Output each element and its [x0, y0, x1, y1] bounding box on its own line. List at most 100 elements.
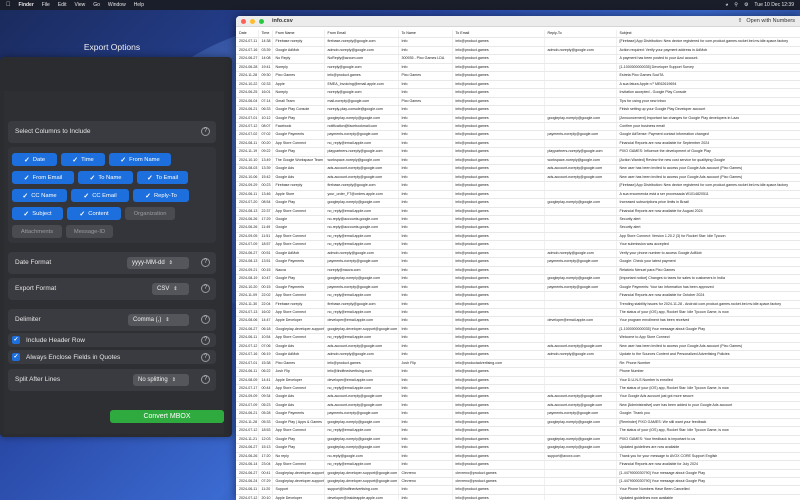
table-row[interactable]: 2024-06-11 13:46 Apple Store your_order_FT@… — [236, 190, 800, 200]
column-toggle-organization[interactable]: Organization — [125, 207, 175, 220]
table-row[interactable]: 2024-10-22 02:33 Apple EMEA_Invoicing@email… — [236, 80, 800, 90]
menu-go[interactable]: Go — [93, 2, 100, 8]
table-row[interactable]: 2024-06-27 15:13 Google Play googleplay-nor… — [236, 443, 800, 453]
wifi-icon[interactable]: ◕ — [725, 2, 728, 8]
table-row[interactable]: 2024-11-28 09:30 Pixo Games info@product.ga… — [236, 71, 800, 81]
table-row[interactable]: 2024-08-06 14:47 Apple Developer developer@… — [236, 316, 800, 326]
table-row[interactable]: 2024-09-09 09:34 Google Ads ads-account-nor… — [236, 392, 800, 402]
table-row[interactable]: 2024-07-11 14:38 Firebase noreply firebase-… — [236, 37, 800, 47]
help-icon[interactable]: ? — [201, 315, 210, 324]
table-row[interactable]: 2024-10-20 00:15 Google Payments payments-n… — [236, 283, 800, 293]
column-toggle-from-email[interactable]: ✓ From Email — [12, 171, 74, 184]
table-row[interactable]: 2024-06-26 17:20 No reply no-reply@google.c… — [236, 452, 800, 462]
table-row[interactable]: 2024-09-05 11:51 App Store Connect no_reply… — [236, 232, 800, 242]
table-row[interactable]: 2024-06-27 06:18 Googleplay-developer-supp… — [236, 325, 800, 335]
table-row[interactable]: 2024-09-21 00:15 Nauva noreply@nauva.com Inf… — [236, 266, 800, 276]
apple-icon[interactable]:  — [6, 2, 11, 8]
table-row[interactable]: 2024-06-28 19:41 Noreply noreply@google.com… — [236, 63, 800, 73]
menu-view[interactable]: View — [74, 2, 85, 8]
column-toggle-content[interactable]: ✓ Content — [67, 207, 121, 220]
include-header-checkbox[interactable]: ✓ Include Header Row — [12, 336, 85, 344]
help-icon[interactable]: ? — [201, 353, 210, 362]
menu-window[interactable]: Window — [108, 2, 126, 8]
table-row[interactable]: 2024-07-16 03:39 Google AdMob admob-noreply… — [236, 46, 800, 56]
share-icon[interactable]: ⇧ — [738, 18, 743, 24]
table-row[interactable]: 2024-06-11 06:22 Josh Flip info@lindfinedve… — [236, 367, 800, 377]
column-toggle-cc-email[interactable]: ✓ CC Email — [71, 189, 129, 202]
menu-file[interactable]: File — [42, 2, 50, 8]
column-toggle-to-name[interactable]: ✓ To Name — [78, 171, 133, 184]
help-icon[interactable]: ? — [201, 127, 210, 136]
table-row[interactable]: 2024-07-12 20:10 Apple Developer developer@… — [236, 494, 800, 500]
zoom-icon[interactable] — [259, 18, 264, 24]
table-row[interactable]: 2024-08-03 13:39 Google Ads ads-account-nor… — [236, 164, 800, 174]
table-row[interactable]: 2024-06-27 00:51 Google AdMob admob-noreply… — [236, 249, 800, 259]
table-row[interactable]: 2024-07-09 05:23 Google Ads ads-account-nor… — [236, 401, 800, 411]
control-center-icon[interactable]: ⚙ — [744, 2, 748, 8]
enclose-quotes-checkbox[interactable]: ✓ Always Enclose Fields in Quotes — [12, 353, 120, 361]
table-row[interactable]: 2024-06-25 16:01 Noreply noreply@google.com… — [236, 88, 800, 98]
column-toggle-from-name[interactable]: ✓ From Name — [109, 153, 171, 166]
split-select[interactable]: No splitting ⇕ — [133, 374, 189, 386]
table-row[interactable]: 2024-06-11 11:20 Support support@lindfinedv… — [236, 485, 800, 495]
close-icon[interactable] — [241, 18, 246, 24]
table-row[interactable]: 2024-11-28 05:33 Google Play | Apps & Game… — [236, 418, 800, 428]
table-row[interactable]: 2024-07-16 06:19 Google AdMob admob-noreply… — [236, 350, 800, 360]
column-toggle-to-email[interactable]: ✓ To Email — [137, 171, 188, 184]
table-row[interactable]: 2024-07-13 16:02 App Store Connect no_reply… — [236, 308, 800, 318]
column-toggle-attachments[interactable]: Attachments — [12, 225, 62, 238]
table-row[interactable]: 2024-06-11 10:54 App Store Connect no_reply… — [236, 333, 800, 343]
table-row[interactable]: 2024-08-13 22:37 App Store Connect no_reply… — [236, 207, 800, 216]
table-row[interactable]: 2024-11-30 22:04 Firebase noreply firebase-… — [236, 300, 800, 309]
table-row[interactable]: 2024-06-27 00:41 Googleplay-developer-supp… — [236, 469, 800, 479]
column-toggle-reply-to[interactable]: ✓ Reply-To — [133, 189, 189, 202]
table-row[interactable]: 2024-07-01 15:38 Pixo Games info@product.ga… — [236, 359, 800, 369]
table-row[interactable]: 2024-06-21 06:33 Google Play Console norepl… — [236, 105, 800, 115]
table-row[interactable]: 2024-08-19 10:47 Google Play googleplay-nor… — [236, 274, 800, 284]
table-row[interactable]: 2024-11-19 09:22 Google Play playpartners-n… — [236, 147, 800, 157]
help-icon[interactable]: ? — [201, 284, 210, 293]
table-row[interactable]: 2024-07-20 08:54 Google Play googleplay-nor… — [236, 198, 800, 208]
open-with-numbers-button[interactable]: Open with Numbers — [746, 18, 795, 24]
minimize-icon[interactable] — [250, 18, 255, 24]
table-row[interactable]: 2024-09-29 00:23 Firebase noreply firebase-… — [236, 181, 800, 191]
menu-clock[interactable]: Tue 10 Dec 12:39 — [754, 2, 794, 8]
menu-app-name[interactable]: Finder — [19, 2, 34, 8]
table-row[interactable]: 2024-07-17 00:44 App Store Connect no_reply… — [236, 384, 800, 394]
table-row[interactable]: 2024-06-04 07:14 Gmail Team mail-noreply@go… — [236, 97, 800, 107]
table-row[interactable]: 2024-07-09 18:57 App Store Connect no_reply… — [236, 240, 800, 250]
table-row[interactable]: 2024-07-02 07:02 Google Payments payments-n… — [236, 130, 800, 140]
delimiter-select[interactable]: Comma (,) ⇕ — [128, 314, 189, 326]
help-icon[interactable]: ? — [201, 258, 210, 267]
column-toggle-message-id[interactable]: Message-ID — [66, 225, 113, 238]
column-toggle-date[interactable]: ✓ Date — [12, 153, 57, 166]
menu-edit[interactable]: Edit — [58, 2, 67, 8]
table-row[interactable]: 2024-07-12 18:53 App Store Connect no_reply… — [236, 426, 800, 436]
help-icon[interactable]: ? — [201, 375, 210, 384]
table-row[interactable]: 2024-07-12 08:07 Facebook notification@face… — [236, 122, 800, 132]
table-row[interactable]: 2024-06-27 14:08 No Reply NoReply@azcom.com… — [236, 54, 800, 64]
table-row[interactable]: 2024-06-14 23:04 App Store Connect no_reply… — [236, 460, 800, 470]
export-format-select[interactable]: CSV ⇕ — [152, 283, 189, 295]
search-icon[interactable]: ⚲ — [734, 2, 738, 8]
table-row[interactable]: 2024-07-01 10:12 Google Play googleplay-nor… — [236, 114, 800, 124]
column-toggle-cc-name[interactable]: ✓ CC Name — [12, 189, 67, 202]
table-row[interactable]: 2024-11-09 22:02 App Store Connect no_reply… — [236, 291, 800, 301]
table-row[interactable]: 2024-06-24 07:29 Googleplay-developer-supp… — [236, 477, 800, 487]
table-row[interactable]: 2024-06-26 17:29 Google no-reply@accounts.g… — [236, 215, 800, 225]
date-format-select[interactable]: yyyy-MM-dd ⇕ — [127, 257, 189, 269]
table-row[interactable]: 2024-06-21 05:28 Google Payments payments-n… — [236, 409, 800, 419]
table-row[interactable]: 2024-11-21 12:03 Google Play googleplay-nor… — [236, 435, 800, 445]
table-row[interactable]: 2024-10-06 15:42 Google Ads ads-account-nor… — [236, 173, 800, 183]
column-toggle-subject[interactable]: ✓ Subject — [12, 207, 63, 220]
table-row[interactable]: 2024-08-11 00:20 App Store Connect no_reply… — [236, 139, 800, 149]
checkbox-checked-icon[interactable]: ✓ — [12, 353, 20, 361]
table-row[interactable]: 2024-06-26 11:49 Google no-reply@accounts.g… — [236, 223, 800, 233]
table-row[interactable]: 2024-07-12 07:06 Google Ads ads-account-nor… — [236, 342, 800, 352]
table-row[interactable]: 2024-08-13 13:51 Google Payments payments-n… — [236, 257, 800, 267]
checkbox-checked-icon[interactable]: ✓ — [12, 336, 20, 344]
column-toggle-time[interactable]: ✓ Time — [61, 153, 105, 166]
table-row[interactable]: 2024-08-09 14:41 Apple Developer developer@… — [236, 376, 800, 386]
csv-table-container[interactable]: Date Time From Name From Email To Name To Ema… — [236, 30, 800, 500]
menu-help[interactable]: Help — [134, 2, 144, 8]
